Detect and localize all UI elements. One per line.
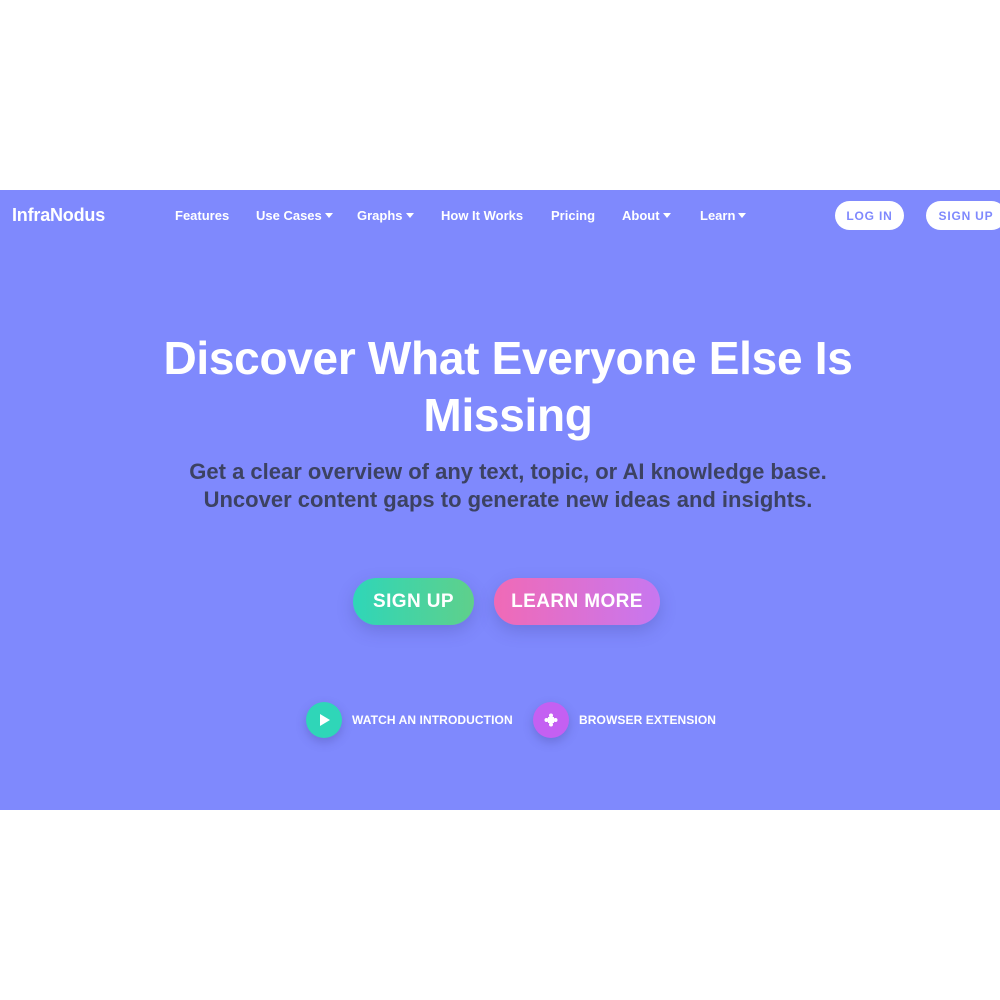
hero-signup-button[interactable]: SIGN UP bbox=[353, 578, 474, 625]
nav-item-label: Learn bbox=[700, 208, 736, 223]
nav-item-label: About bbox=[622, 208, 660, 223]
hero-subtitle-line: Get a clear overview of any text, topic,… bbox=[189, 459, 827, 484]
landing-page: InfraNodus Features Use Cases Graphs How… bbox=[0, 190, 1000, 810]
caret-down-icon bbox=[405, 213, 414, 218]
nav-item-pricing[interactable]: Pricing bbox=[551, 208, 595, 223]
caret-down-icon bbox=[738, 213, 747, 218]
nav-signup-button[interactable]: SIGN UP bbox=[926, 201, 1000, 230]
hero-subtitle-line: Uncover content gaps to generate new ide… bbox=[203, 487, 813, 512]
puzzle-icon-glyph bbox=[544, 713, 558, 727]
learn-more-button[interactable]: LEARN MORE bbox=[494, 578, 660, 625]
hero-title-line: Missing bbox=[423, 389, 593, 441]
puzzle-icon[interactable] bbox=[533, 702, 569, 738]
nav-item-label: How It Works bbox=[441, 208, 524, 223]
nav-item-how-it-works[interactable]: How It Works bbox=[441, 208, 523, 223]
nav-item-label: Graphs bbox=[357, 208, 403, 223]
hero-subtitle: Get a clear overview of any text, topic,… bbox=[100, 458, 916, 514]
caret-down-icon bbox=[662, 213, 671, 218]
nav-item-features[interactable]: Features bbox=[175, 208, 229, 223]
brand-logo[interactable]: InfraNodus bbox=[12, 205, 105, 226]
hero-title-line: Discover What Everyone Else Is bbox=[163, 332, 853, 384]
browser-extension-link[interactable]: BROWSER EXTENSION bbox=[533, 702, 716, 738]
watch-introduction-link[interactable]: WATCH AN INTRODUCTION bbox=[306, 702, 513, 738]
nav-item-graphs[interactable]: Graphs bbox=[357, 208, 414, 223]
nav-item-about[interactable]: About bbox=[622, 208, 671, 223]
watch-introduction-label: WATCH AN INTRODUCTION bbox=[352, 713, 513, 727]
nav-item-label: Use Cases bbox=[256, 208, 322, 223]
login-button[interactable]: LOG IN bbox=[835, 201, 904, 230]
top-navbar: InfraNodus Features Use Cases Graphs How… bbox=[0, 190, 1000, 242]
nav-item-use-cases[interactable]: Use Cases bbox=[256, 208, 333, 223]
play-icon[interactable] bbox=[306, 702, 342, 738]
nav-item-label: Pricing bbox=[551, 208, 596, 223]
browser-extension-label: BROWSER EXTENSION bbox=[579, 713, 717, 727]
nav-item-label: Features bbox=[175, 208, 230, 223]
hero-title: Discover What Everyone Else Is Missing bbox=[100, 330, 916, 444]
play-icon-glyph bbox=[320, 714, 330, 726]
nav-item-learn[interactable]: Learn bbox=[700, 208, 747, 223]
caret-down-icon bbox=[324, 213, 333, 218]
